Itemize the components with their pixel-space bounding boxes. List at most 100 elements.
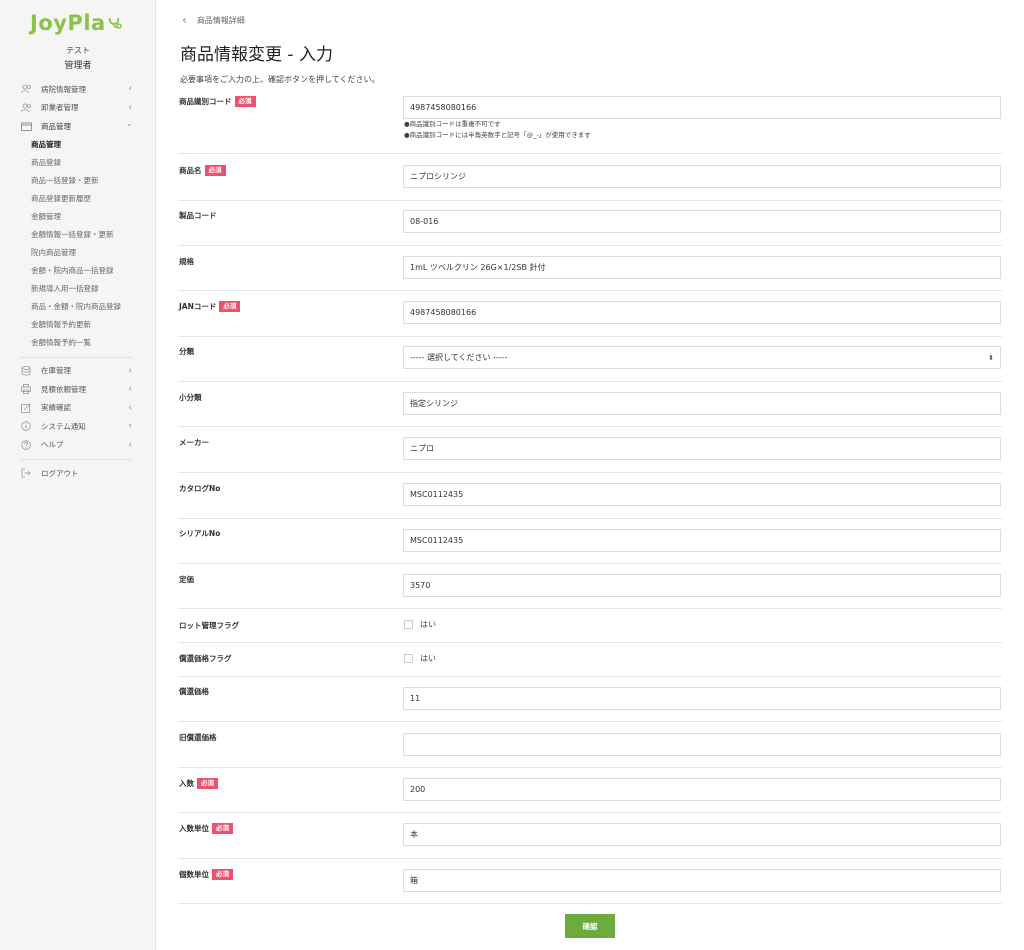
nav-sub-item[interactable]: 金額情報予約一覧 [20, 334, 134, 352]
field-label: 規格 [179, 256, 194, 267]
subcategory-input[interactable]: 指定シリンジ [403, 392, 1001, 415]
form-row-quantity-unit: 入数単位 必須 本 [178, 813, 1002, 859]
nav-item-inventory[interactable]: 在庫管理 ‹ [20, 362, 134, 381]
lot-flag-checkbox[interactable] [404, 620, 413, 629]
field-label: 商品名 必須 [179, 165, 226, 176]
field-label-text: 商品識別コード [179, 97, 232, 106]
field-label-text: 製品コード [179, 211, 217, 220]
quantity-input[interactable]: 200 [403, 778, 1001, 801]
field-label: 分類 [179, 346, 194, 357]
chevron-down-icon: ‹ [125, 123, 136, 127]
required-badge: 必須 [197, 778, 218, 789]
field-label: 商品識別コード 必須 [179, 96, 256, 107]
box-icon [20, 121, 32, 132]
nav-item-label: ログアウト [41, 468, 79, 478]
nav-sub-item[interactable]: 商品登録更新履歴 [20, 190, 134, 208]
nav-item-notifications[interactable]: システム通知 ‹ [20, 417, 134, 436]
chevron-left-icon: ‹ [128, 439, 132, 450]
nav-sub-item[interactable]: 院内商品管理 [20, 244, 134, 262]
nav-sub-item[interactable]: 金額情報一括登録・更新 [20, 226, 134, 244]
nav-sub-item[interactable]: 商品登録 [20, 154, 134, 172]
reimb-price-input[interactable]: 11 [403, 687, 1001, 710]
product-name-input[interactable]: ニプロシリンジ [403, 165, 1001, 188]
nav-sub-item[interactable]: 商品・金額・院内商品登録 [20, 298, 134, 316]
form-row-category: 分類 ----- 選択してください ----- ⬍ [178, 337, 1002, 382]
nav-item-estimate[interactable]: 見積依頼管理 ‹ [20, 380, 134, 399]
form-row-serial: シリアルNo MSC0112435 [178, 519, 1002, 564]
breadcrumb-label[interactable]: 商品情報詳細 [197, 15, 245, 26]
quantity-unit-input[interactable]: 本 [403, 823, 1001, 846]
nav-item-hospital[interactable]: 病院情報管理 ‹ [20, 80, 134, 99]
question-icon [20, 440, 32, 450]
lot-flag-checkbox-wrap[interactable]: はい [404, 619, 436, 630]
field-label: 旧償還価格 [179, 732, 217, 743]
field-label-text: シリアルNo [179, 529, 221, 538]
checkbox-label[interactable]: はい [420, 653, 436, 664]
required-badge: 必須 [204, 165, 226, 176]
nav-sub-item[interactable]: 金額管理 [20, 208, 134, 226]
nav-sub-item[interactable]: 商品管理 [20, 136, 134, 154]
confirm-button[interactable]: 確認 [565, 914, 615, 938]
nav-item-label: 病院情報管理 [41, 84, 86, 94]
field-label-text: JANコード [179, 302, 217, 311]
logo[interactable]: JoyPla [30, 8, 122, 38]
nav-sub-item[interactable]: 金額情報予約更新 [20, 316, 134, 334]
catalog-input[interactable]: MSC0112435 [403, 483, 1001, 506]
field-label: 償還価格 [179, 686, 209, 697]
nav-item-label: 商品管理 [41, 121, 71, 131]
nav-item-wholesaler[interactable]: 卸業者管理 ‹ [20, 99, 134, 118]
form-row-reimb-price: 償還価格 11 [178, 677, 1002, 722]
nav-item-help[interactable]: ヘルプ ‹ [20, 436, 134, 455]
field-label: JANコード 必須 [179, 301, 241, 312]
nav-sub-item[interactable]: 商品一括登録・更新 [20, 172, 134, 190]
breadcrumb[interactable]: ‹ 商品情報詳細 [182, 13, 245, 27]
reimb-flag-checkbox-wrap[interactable]: はい [404, 653, 436, 664]
checkbox-label[interactable]: はい [420, 619, 436, 630]
field-label: 小分類 [179, 392, 202, 403]
product-id-input[interactable]: 4987458080166 [403, 96, 1001, 119]
nav-item-logout[interactable]: ログアウト [20, 464, 134, 483]
form-row-old-reimb-price: 旧償還価格 [178, 722, 1002, 768]
form-row-lot-flag: ロット管理フラグ はい [178, 609, 1002, 643]
reimb-flag-checkbox[interactable] [404, 654, 413, 663]
field-label-text: メーカー [179, 438, 209, 447]
spec-input[interactable]: 1mL ツベルクリン 26G×1/2SB 針付 [403, 256, 1001, 279]
old-reimb-price-input[interactable] [403, 733, 1001, 756]
maker-input[interactable]: ニプロ [403, 437, 1001, 460]
field-label: カタログNo [179, 483, 220, 494]
category-select[interactable]: ----- 選択してください ----- ⬍ [403, 346, 1001, 369]
nav-item-label: 在庫管理 [41, 366, 71, 376]
product-code-input[interactable]: 08-016 [403, 210, 1001, 233]
field-label-text: 小分類 [179, 393, 202, 402]
nav-divider [20, 459, 132, 460]
chevron-left-icon[interactable]: ‹ [182, 13, 187, 27]
user-name: テスト [66, 46, 90, 55]
nav-item-results[interactable]: 実績確認 ‹ [20, 399, 134, 418]
nav-item-label: ヘルプ [41, 440, 64, 450]
field-label-text: カタログNo [179, 484, 221, 493]
nav-sub-item[interactable]: 新規導入用一括登録 [20, 280, 134, 298]
help-text: ●商品識別コードには半角英数字と記号「@_-」が使用できます [404, 131, 591, 139]
field-label: 償還価格フラグ [179, 653, 232, 664]
nav-sub-item[interactable]: 金額・院内商品一括登録 [20, 262, 134, 280]
field-label-text: 個数単位 [179, 870, 209, 879]
nav-item-product[interactable]: 商品管理 ‹ [20, 117, 136, 136]
chevron-left-icon: ‹ [128, 421, 132, 431]
field-label: メーカー [179, 437, 209, 448]
list-price-input[interactable]: 3570 [403, 574, 1001, 597]
print-icon [20, 384, 32, 395]
jan-input[interactable]: 4987458080166 [403, 301, 1001, 324]
nav-item-label: システム通知 [41, 421, 86, 431]
field-label-text: 償還価格 [179, 687, 209, 696]
field-label-text: 入数単位 [179, 824, 209, 833]
edit-icon [20, 402, 32, 413]
info-icon [20, 421, 32, 431]
form-row-product-id: 商品識別コード 必須 4987458080166 ●商品識別コードは重複不可です… [178, 90, 1002, 154]
field-label-text: 分類 [179, 347, 194, 356]
form-row-subcategory: 小分類 指定シリンジ [178, 382, 1002, 427]
item-unit-input[interactable]: 箱 [403, 869, 1001, 892]
chevron-left-icon: ‹ [128, 402, 132, 413]
serial-input[interactable]: MSC0112435 [403, 529, 1001, 552]
field-label: 入数単位 必須 [179, 823, 233, 834]
stethoscope-icon [108, 17, 122, 29]
